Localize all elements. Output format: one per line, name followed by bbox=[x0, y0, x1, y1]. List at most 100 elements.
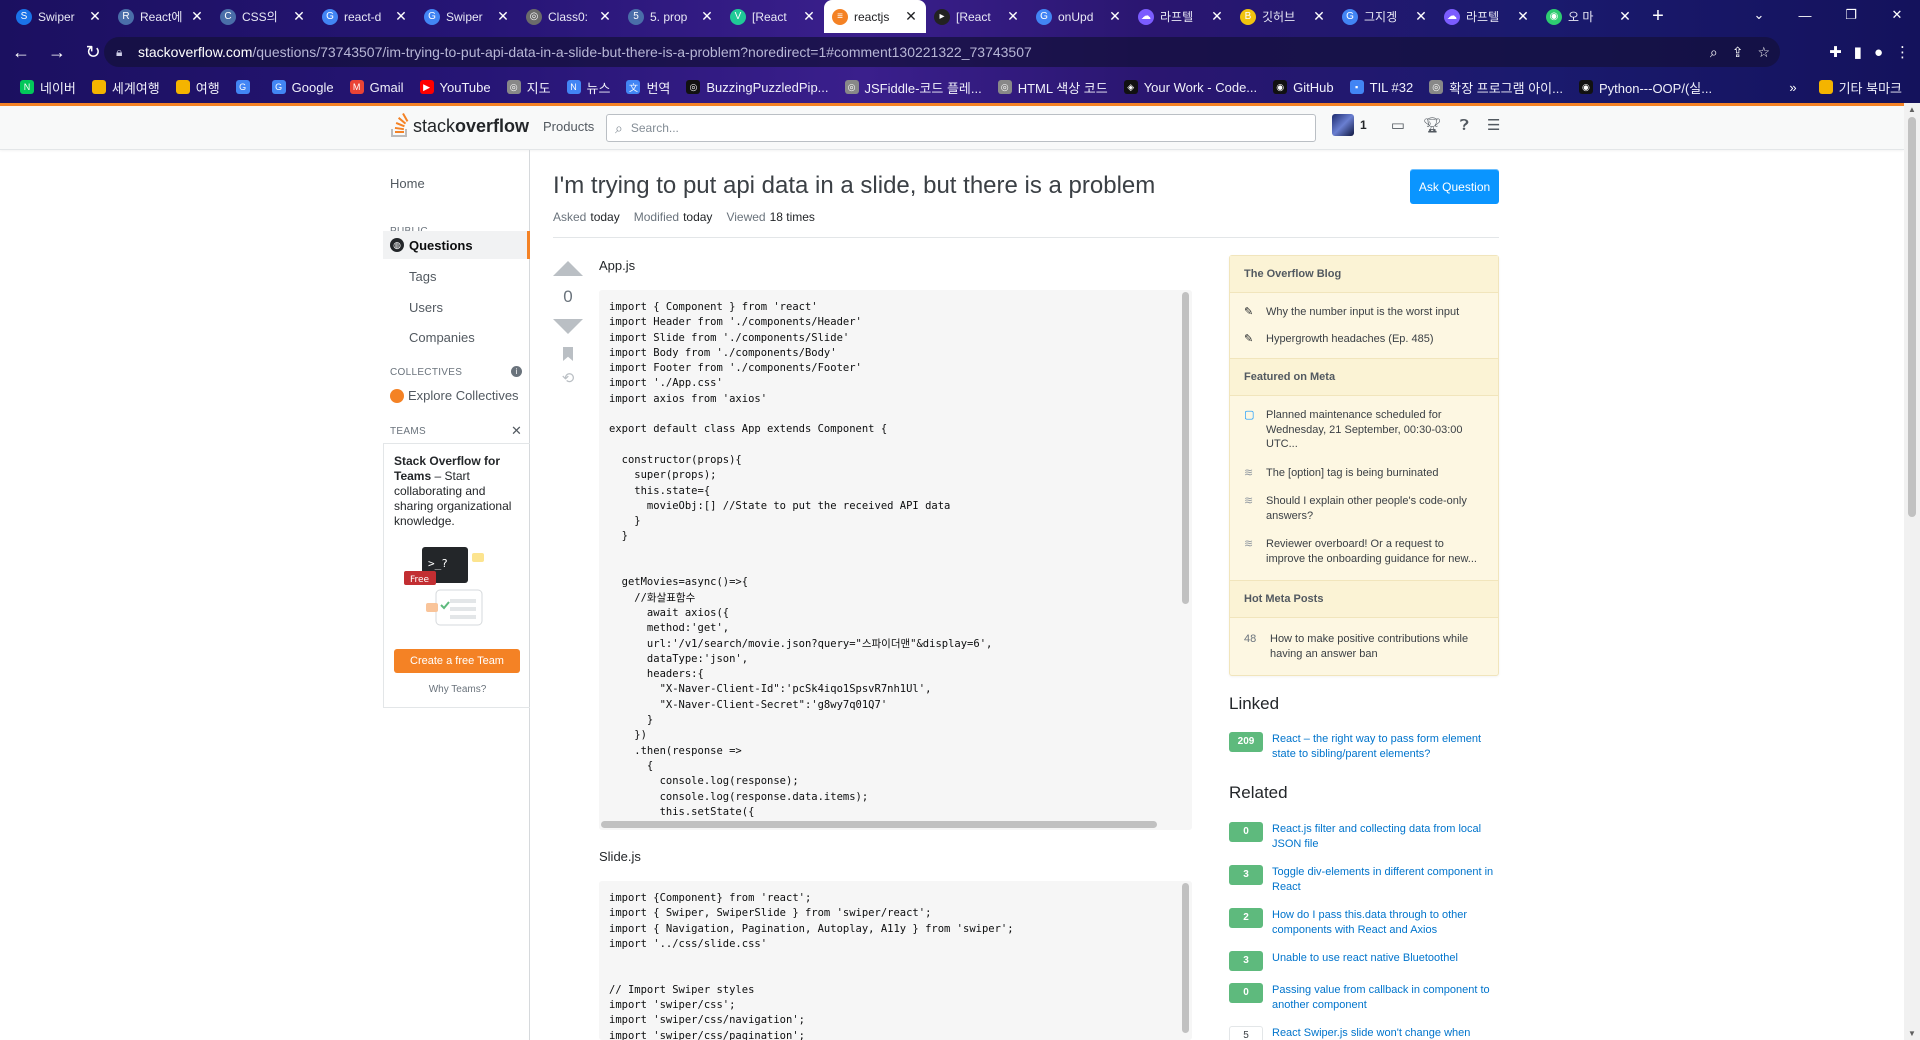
related-item[interactable]: 3 Toggle div-elements in different compon… bbox=[1229, 865, 1499, 894]
nav-tags[interactable]: Tags bbox=[383, 269, 530, 284]
code-block-app[interactable]: import { Component } from 'react' import… bbox=[599, 290, 1192, 830]
bookmark-star-icon[interactable]: ☆ bbox=[1757, 44, 1770, 61]
linked-link[interactable]: React – the right way to pass form eleme… bbox=[1272, 732, 1499, 761]
bookmark-item[interactable]: N 뉴스 bbox=[559, 78, 619, 97]
ask-question-button[interactable]: Ask Question bbox=[1410, 169, 1499, 204]
side-panel-icon[interactable]: ▮ bbox=[1854, 43, 1862, 61]
inbox-icon[interactable]: ▭ bbox=[1391, 116, 1405, 134]
question-title[interactable]: I'm trying to put api data in a slide, b… bbox=[553, 172, 1155, 200]
browser-tab[interactable]: ◉ 오 마 ✕ bbox=[1538, 0, 1640, 33]
browser-tab[interactable]: V [React ✕ bbox=[722, 0, 824, 33]
bookmark-icon[interactable] bbox=[563, 347, 573, 361]
tab-close-icon[interactable]: ✕ bbox=[292, 8, 306, 25]
bookmark-item[interactable]: ◎ BuzzingPuzzledPip... bbox=[678, 80, 836, 95]
code-block-slide[interactable]: import {Component} from 'react'; import … bbox=[599, 881, 1192, 1040]
browser-tab[interactable]: ◎ Class0: ✕ bbox=[518, 0, 620, 33]
profile-icon[interactable]: ● bbox=[1874, 44, 1883, 61]
search-input[interactable]: ⌕ Search... bbox=[606, 114, 1316, 142]
new-tab-button[interactable]: + bbox=[1644, 3, 1672, 31]
linked-item[interactable]: 209 React – the right way to pass form e… bbox=[1229, 732, 1499, 761]
zoom-icon[interactable]: ⌕ bbox=[1710, 44, 1718, 61]
avatar[interactable] bbox=[1332, 114, 1354, 136]
browser-tab[interactable]: C CSS의 ✕ bbox=[212, 0, 314, 33]
related-item[interactable]: 2 How do I pass this.data through to othe… bbox=[1229, 908, 1499, 937]
minimize-button[interactable]: — bbox=[1782, 0, 1828, 30]
bookmark-item[interactable]: 文 번역 bbox=[618, 78, 678, 97]
close-window-button[interactable]: ✕ bbox=[1874, 0, 1920, 30]
code-horizontal-scrollbar[interactable] bbox=[601, 821, 1157, 828]
related-item[interactable]: 0 Passing value from callback in componen… bbox=[1229, 983, 1499, 1012]
browser-menu-icon[interactable]: ⋮ bbox=[1895, 43, 1910, 61]
browser-tab[interactable]: G Swiper ✕ bbox=[416, 0, 518, 33]
create-team-button[interactable]: Create a free Team bbox=[394, 649, 520, 673]
page-scrollbar[interactable]: ▲ ▼ bbox=[1904, 103, 1920, 1040]
code-vertical-scrollbar-2[interactable] bbox=[1182, 883, 1189, 1033]
bookmark-item[interactable]: ◈ Your Work - Code... bbox=[1116, 80, 1265, 95]
products-link[interactable]: Products bbox=[543, 119, 594, 134]
bookmark-item[interactable]: N 네이버 bbox=[12, 78, 84, 97]
help-icon[interactable]: ❓︎ bbox=[1460, 117, 1469, 134]
upvote-icon[interactable] bbox=[553, 261, 583, 276]
why-teams-link[interactable]: Why Teams? bbox=[384, 684, 531, 695]
nav-questions[interactable]: ◍ Questions bbox=[383, 231, 530, 259]
extensions-icon[interactable]: ✚ bbox=[1829, 43, 1842, 61]
meta-item[interactable]: ≋ Reviewer overboard! Or a request to imp… bbox=[1230, 531, 1498, 574]
share-icon[interactable]: ⇪ bbox=[1732, 44, 1744, 61]
so-logo[interactable]: stack overflow bbox=[389, 113, 529, 139]
bookmark-item[interactable]: G bbox=[228, 80, 264, 94]
bookmark-item[interactable]: ◎ 지도 bbox=[499, 78, 559, 97]
tab-close-icon[interactable]: ✕ bbox=[1108, 8, 1122, 25]
related-item[interactable]: 5 React Swiper.js slide won't change when bbox=[1229, 1026, 1499, 1040]
downvote-icon[interactable] bbox=[553, 319, 583, 334]
nav-explore-collectives[interactable]: Explore Collectives bbox=[383, 388, 530, 403]
related-link[interactable]: React.js filter and collecting data from… bbox=[1272, 822, 1499, 851]
code-vertical-scrollbar[interactable] bbox=[1182, 292, 1189, 604]
browser-tab[interactable]: G 그지겡 ✕ bbox=[1334, 0, 1436, 33]
related-link[interactable]: Toggle div-elements in different compone… bbox=[1272, 865, 1499, 894]
bookmark-item[interactable]: ▪ TIL #32 bbox=[1342, 80, 1422, 95]
page-scroll-thumb[interactable] bbox=[1908, 117, 1916, 517]
bookmark-item[interactable]: ◎ HTML 색상 코드 bbox=[990, 78, 1116, 97]
tab-close-icon[interactable]: ✕ bbox=[190, 8, 204, 25]
meta-item[interactable]: ≋ The [option] tag is being burninated bbox=[1230, 460, 1498, 489]
bookmark-item[interactable]: ◎ 확장 프로그램 아이... bbox=[1421, 78, 1571, 97]
related-link[interactable]: React Swiper.js slide won't change when bbox=[1272, 1026, 1470, 1040]
related-link[interactable]: Unable to use react native Bluetoothel bbox=[1272, 951, 1458, 971]
blog-item[interactable]: ✎ Hypergrowth headaches (Ep. 485) bbox=[1230, 326, 1498, 353]
meta-item[interactable]: ▢ Planned maintenance scheduled for Wedne… bbox=[1230, 402, 1498, 460]
browser-tab[interactable]: ≡ reactjs ✕ bbox=[824, 0, 926, 33]
tab-close-icon[interactable]: ✕ bbox=[496, 8, 510, 25]
related-link[interactable]: How do I pass this.data through to other… bbox=[1272, 908, 1499, 937]
related-item[interactable]: 0 React.js filter and collecting data fro… bbox=[1229, 822, 1499, 851]
back-icon[interactable]: ← bbox=[6, 37, 36, 67]
tab-close-icon[interactable]: ✕ bbox=[1210, 8, 1224, 25]
nav-home[interactable]: Home bbox=[383, 176, 530, 191]
bookmark-item[interactable]: ◎ JSFiddle-코드 플레... bbox=[837, 78, 990, 97]
bookmark-item[interactable]: ◉ GitHub bbox=[1265, 80, 1341, 95]
info-icon[interactable]: i bbox=[511, 366, 522, 377]
browser-tab[interactable]: 5 5. prop ✕ bbox=[620, 0, 722, 33]
browser-tab[interactable]: GonUpd ✕ bbox=[1028, 0, 1130, 33]
blog-item[interactable]: ✎ Why the number input is the worst input bbox=[1230, 299, 1498, 326]
browser-tab[interactable]: Greact-d ✕ bbox=[314, 0, 416, 33]
history-icon[interactable]: ⟲ bbox=[553, 369, 583, 387]
related-link[interactable]: Passing value from callback in component… bbox=[1272, 983, 1499, 1012]
forward-icon[interactable]: → bbox=[42, 37, 72, 67]
browser-tab[interactable]: ☁ 라프텔 ✕ bbox=[1436, 0, 1538, 33]
tab-close-icon[interactable]: ✕ bbox=[1516, 8, 1530, 25]
scroll-up-icon[interactable]: ▲ bbox=[1908, 105, 1916, 114]
tab-close-icon[interactable]: ✕ bbox=[394, 8, 408, 25]
tab-close-icon[interactable]: ✕ bbox=[802, 8, 816, 25]
tab-close-icon[interactable]: ✕ bbox=[700, 8, 714, 25]
bookmark-item[interactable]: 세계여행 bbox=[84, 78, 168, 97]
achievements-icon[interactable]: 🏆︎ bbox=[1423, 116, 1442, 134]
tab-close-icon[interactable]: ✕ bbox=[598, 8, 612, 25]
bookmark-item[interactable]: G Google bbox=[264, 80, 342, 95]
bookmark-item[interactable]: ▶ YouTube bbox=[412, 80, 499, 95]
close-icon[interactable]: ✕ bbox=[511, 423, 522, 439]
tab-close-icon[interactable]: ✕ bbox=[1618, 8, 1632, 25]
browser-tab[interactable]: S Swiper ✕ bbox=[8, 0, 110, 33]
hot-meta-item[interactable]: 48 How to make positive contributions whi… bbox=[1230, 626, 1498, 667]
browser-tab[interactable]: ☁ 라프텔 ✕ bbox=[1130, 0, 1232, 33]
nav-companies[interactable]: Companies bbox=[383, 330, 530, 345]
